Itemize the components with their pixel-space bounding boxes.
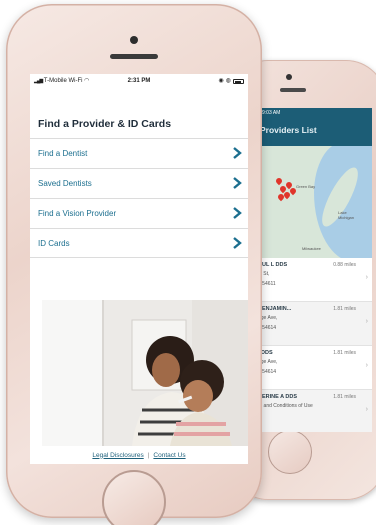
provider-distance: 1.81 miles [333,350,356,356]
menu-item-id-cards[interactable]: ID Cards [30,228,248,258]
menu-item-find-dentist[interactable]: Find a Dentist [30,138,248,168]
find-provider-screen: ▂▄▆ T-Mobile Wi-Fi ◠ 2:31 PM ◉ ◍ Find a … [30,74,248,464]
contact-us-link[interactable]: Contact Us [153,452,185,459]
chevron-right-icon: › [365,362,368,369]
provider-terms-link[interactable]: rs and Conditions of Use [258,403,370,410]
location-icon: ◉ [218,78,224,84]
status-indicators: ◉ ◍ [218,74,244,88]
back-phone-home-button [268,430,312,474]
menu-item-label: Find a Vision Provider [38,209,117,218]
alarm-icon: ◍ [225,78,231,84]
provider-row[interactable]: BENJAMIN... 1.81 miles age Ave, I, 54614… [256,302,372,346]
status-bar: ▂▄▆ T-Mobile Wi-Fi ◠ 2:31 PM ◉ ◍ [30,74,248,88]
menu-item-label: Find a Dentist [38,149,88,158]
provider-address-line2: I, 54614 [258,325,277,331]
providers-list-title: Providers List [256,118,372,146]
menu-item-label: ID Cards [38,238,70,248]
front-phone-camera [130,36,138,44]
page-title: Find a Provider & ID Cards [38,118,172,130]
provider-menu: Find a Dentist Saved Dentists Find a Vis… [30,138,248,258]
front-phone: ▂▄▆ T-Mobile Wi-Fi ◠ 2:31 PM ◉ ◍ Find a … [6,4,262,525]
status-time: 2:31 PM [127,78,151,84]
chevron-right-icon [233,147,242,159]
provider-distance: 1.81 miles [333,306,356,312]
menu-item-find-vision-provider[interactable]: Find a Vision Provider [30,198,248,228]
chevron-right-icon: › [365,406,368,413]
menu-item-label: Saved Dentists [38,179,92,188]
back-phone-speaker [280,88,306,92]
chevron-right-icon [233,207,242,219]
map-label-milwaukee: Milwaukee [302,246,321,251]
provider-address-line1: age Ave, [258,359,278,365]
provider-address-line1: age Ave, [258,315,278,321]
provider-distance: 0.88 miles [333,262,356,268]
back-status-time: 9:03 AM [256,108,372,118]
chevron-right-icon [233,177,242,189]
family-brushing-teeth-photo [42,300,248,446]
map-label-green-bay: Green Bay [296,184,316,189]
chevron-right-icon: › [365,274,368,281]
footer-links: Legal Disclosures | Contact Us [30,446,248,464]
map-pin-icon[interactable] [274,176,284,186]
providers-list-screen: 9:03 AM Providers List Green Bay Lake Mi… [256,108,372,432]
front-phone-home-button [102,470,166,525]
footer-separator: | [147,451,150,459]
legal-disclosures-link[interactable]: Legal Disclosures [92,452,143,459]
chevron-right-icon [233,237,242,249]
providers-map[interactable]: Green Bay Lake Michigan Milwaukee [256,146,372,258]
provider-address-line2: I, 54611 [258,281,276,287]
marketing-image: 9:03 AM Providers List Green Bay Lake Mi… [0,0,376,525]
provider-row[interactable]: I DDS 1.81 miles age Ave, I, 54614 › [256,346,372,390]
provider-address-line1: in St, [258,271,270,277]
provider-row[interactable]: HERINE A DDS 1.81 miles rs and Condition… [256,390,372,432]
battery-icon [233,78,244,84]
back-phone-camera [286,74,292,80]
provider-distance: 1.81 miles [333,394,356,400]
provider-address-line2: I, 54614 [258,369,277,375]
menu-item-saved-dentists[interactable]: Saved Dentists [30,168,248,198]
provider-row[interactable]: AUL L DDS 0.88 miles in St, I, 54611 › [256,258,372,302]
chevron-right-icon: › [365,318,368,325]
map-label-lake: Lake Michigan [338,210,355,220]
front-phone-speaker [110,54,158,59]
